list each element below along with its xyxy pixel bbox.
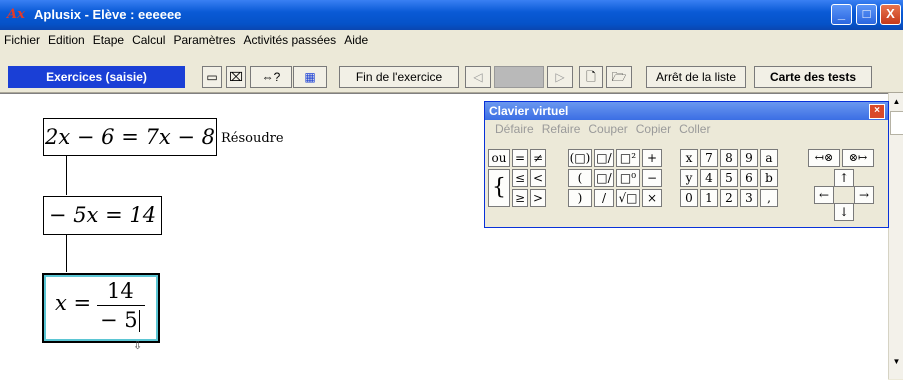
key-not-equal[interactable]: ≠ <box>530 149 546 167</box>
equation-3-lhs: x = <box>55 291 92 315</box>
key-x[interactable]: x <box>680 149 698 167</box>
key-fraction[interactable]: □/□ <box>594 149 614 181</box>
equation-step-1[interactable]: 2x − 6 = 7x − 8 <box>43 118 217 156</box>
window-title: Aplusix - Elève : eeeeee <box>34 7 182 22</box>
previous-icon[interactable]: ◁ <box>465 66 491 88</box>
menu-bar: Fichier Edition Etape Calcul Paramètres Activ… <box>0 30 903 50</box>
scroll-up-icon[interactable]: ▲ <box>890 95 903 109</box>
key-greater[interactable]: > <box>530 189 546 207</box>
new-document-icon[interactable]: 🗋 <box>579 66 603 88</box>
key-times[interactable]: × <box>642 189 662 207</box>
scroll-down-icon[interactable]: ▼ <box>890 355 903 369</box>
key-power[interactable]: □⁰ <box>616 169 640 187</box>
stop-list-button[interactable]: Arrêt de la liste <box>646 66 746 88</box>
fraction-bar <box>97 305 145 306</box>
key-divide[interactable]: / <box>594 189 614 207</box>
equivalence-check-icon[interactable]: ⇔? <box>250 66 292 88</box>
key-ou[interactable]: ou <box>488 149 510 167</box>
equation-step-2[interactable]: − 5x = 14 <box>43 196 162 235</box>
title-bar: Ax Aplusix - Elève : eeeeee _ □ X <box>0 0 903 30</box>
mode-indicator[interactable]: Exercices (saisie) <box>8 66 185 88</box>
minimize-button[interactable]: _ <box>831 4 852 25</box>
aplusix-logo-icon: Ax <box>7 7 25 22</box>
key-square[interactable]: □² <box>616 149 640 167</box>
keyboard-paste[interactable]: Coller <box>679 122 710 136</box>
nav-left-icon[interactable]: ↤⊗ <box>808 149 840 167</box>
keyboard-redo[interactable]: Refaire <box>542 122 581 136</box>
key-minus[interactable]: − <box>642 169 662 187</box>
keyboard-menu: Défaire Refaire Couper Copier Coller <box>485 120 888 138</box>
arrow-right-icon[interactable]: → <box>854 186 874 204</box>
key-0[interactable]: 0 <box>680 189 698 207</box>
vertical-scrollbar[interactable]: ▲ ▼ <box>888 93 903 379</box>
keyboard-close-icon[interactable]: × <box>869 104 885 119</box>
drag-handle-icon[interactable]: ⇩ <box>133 339 142 352</box>
key-close-paren[interactable]: ) <box>568 189 592 207</box>
key-fraction-2[interactable]: □/□ <box>594 169 614 201</box>
key-plus[interactable]: + <box>642 149 662 167</box>
arrow-up-icon[interactable]: ↑ <box>834 169 854 187</box>
tests-map-button[interactable]: Carte des tests <box>754 66 872 88</box>
key-4[interactable]: 4 <box>700 169 718 187</box>
text-cursor <box>139 310 140 332</box>
key-less-equal[interactable]: ≤ <box>512 169 528 187</box>
fraction-numerator: 14 <box>107 279 134 303</box>
arrow-left-icon[interactable]: ← <box>814 186 834 204</box>
maximize-button[interactable]: □ <box>856 4 877 25</box>
keyboard-title: Clavier virtuel <box>489 104 569 118</box>
keyboard-copy[interactable]: Copier <box>636 122 671 136</box>
menu-edition[interactable]: Edition <box>44 30 89 47</box>
step-connector-1 <box>66 155 67 195</box>
key-equals[interactable]: = <box>512 149 528 167</box>
key-2[interactable]: 2 <box>720 189 738 207</box>
close-button[interactable]: X <box>880 4 901 25</box>
keyboard-title-bar[interactable]: Clavier virtuel × <box>485 102 888 120</box>
single-step-icon[interactable]: ▭ <box>202 66 222 88</box>
step-connector-2 <box>66 234 67 272</box>
key-6[interactable]: 6 <box>740 169 758 187</box>
menu-activites-passees[interactable]: Activités passées <box>239 30 340 47</box>
key-open-paren[interactable]: ( <box>568 169 592 187</box>
key-5[interactable]: 5 <box>720 169 738 187</box>
keyboard-icon[interactable]: ▦ <box>293 66 327 88</box>
next-icon[interactable]: ▷ <box>547 66 573 88</box>
key-8[interactable]: 8 <box>720 149 738 167</box>
key-square-root[interactable]: √□ <box>616 189 640 207</box>
end-exercise-button[interactable]: Fin de l'exercice <box>339 66 459 88</box>
menu-fichier[interactable]: Fichier <box>0 30 44 47</box>
exercise-number-box <box>494 66 544 88</box>
equation-1-text: 2x − 6 = 7x − 8 <box>45 125 215 149</box>
fraction-denominator: − 5 <box>100 308 138 332</box>
key-comma[interactable]: , <box>760 189 778 207</box>
key-less[interactable]: < <box>530 169 546 187</box>
menu-aide[interactable]: Aide <box>340 30 372 47</box>
menu-parametres[interactable]: Paramètres <box>169 30 239 47</box>
key-3[interactable]: 3 <box>740 189 758 207</box>
key-system-brace[interactable]: { <box>488 169 510 207</box>
arrow-down-icon[interactable]: ↓ <box>834 203 854 221</box>
key-greater-equal[interactable]: ≥ <box>512 189 528 207</box>
menu-calcul[interactable]: Calcul <box>128 30 169 47</box>
key-y[interactable]: y <box>680 169 698 187</box>
key-7[interactable]: 7 <box>700 149 718 167</box>
solve-label: Résoudre <box>221 131 284 146</box>
nav-right-icon[interactable]: ⊗↦ <box>842 149 874 167</box>
scroll-thumb[interactable] <box>890 111 903 135</box>
key-a[interactable]: a <box>760 149 778 167</box>
key-parenthesize[interactable]: (□) <box>568 149 592 167</box>
open-folder-icon[interactable]: 🗁 <box>606 66 632 88</box>
cross-step-icon[interactable]: ⌧ <box>226 66 246 88</box>
keyboard-cut[interactable]: Couper <box>588 122 627 136</box>
keyboard-undo[interactable]: Défaire <box>495 122 534 136</box>
key-9[interactable]: 9 <box>740 149 758 167</box>
equation-2-text: − 5x = 14 <box>48 203 157 227</box>
menu-etape[interactable]: Etape <box>89 30 128 47</box>
key-b[interactable]: b <box>760 169 778 187</box>
key-1[interactable]: 1 <box>700 189 718 207</box>
